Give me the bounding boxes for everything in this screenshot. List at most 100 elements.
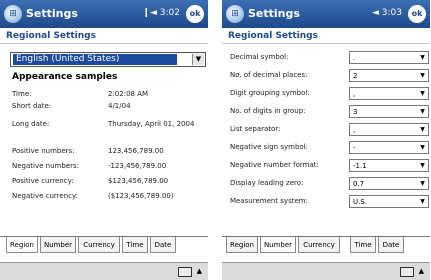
- tab-number[interactable]: Number: [260, 237, 296, 253]
- title-bar: ⊞ Settings ◄ 3:03 ok: [222, 0, 430, 28]
- page-subheader: Regional Settings: [222, 28, 430, 44]
- form-row: Decimal symbol: . ▼: [222, 48, 430, 66]
- tab-strip: Region Number Currency Time Date: [222, 236, 430, 255]
- tab-date[interactable]: Date: [378, 237, 404, 253]
- menu-bar: ▲: [222, 262, 430, 280]
- start-menu-icon[interactable]: ⊞: [4, 5, 22, 23]
- dropdown-value: ,: [353, 126, 356, 134]
- chevron-down-icon[interactable]: ▼: [418, 197, 427, 206]
- number-settings-form: Decimal symbol: . ▼ No. of decimal places…: [222, 48, 430, 210]
- sample-row: Negative currency: ($123,456,789.00): [12, 192, 208, 207]
- field-label: List separator:: [230, 125, 281, 133]
- menu-bar: ▲: [0, 262, 208, 280]
- form-row: No. of decimal places: 2 ▼: [222, 66, 430, 84]
- region-dropdown[interactable]: English (United States) ▼: [10, 52, 206, 67]
- tab-time[interactable]: Time: [350, 237, 376, 253]
- settings-screen-number: ⊞ Settings ◄ 3:03 ok Regional Settings D…: [222, 0, 430, 280]
- list-separator-dropdown[interactable]: , ▼: [349, 123, 429, 136]
- digit-grouping-symbol-dropdown[interactable]: , ▼: [349, 87, 429, 100]
- sample-row: Negative numbers: -123,456,789.00: [12, 162, 208, 177]
- dropdown-value: -: [353, 144, 356, 152]
- sample-label: Positive numbers:: [12, 147, 75, 155]
- dropdown-value: .: [353, 54, 356, 62]
- ok-button[interactable]: ok: [408, 5, 426, 23]
- negative-sign-dropdown[interactable]: - ▼: [349, 141, 429, 154]
- start-menu-icon[interactable]: ⊞: [226, 5, 244, 23]
- field-label: No. of decimal places:: [230, 71, 308, 79]
- status-indicators[interactable]: ❙◄ 3:02: [142, 8, 180, 18]
- form-row: Measurement system: U.S. ▼: [222, 192, 430, 210]
- dropdown-value: 2: [353, 72, 358, 80]
- form-row: Negative number format: -1.1 ▼: [222, 156, 430, 174]
- appearance-samples-list: Time: 2:02:08 AM Short date: 4/1/04 Long…: [12, 90, 208, 207]
- ok-button[interactable]: ok: [186, 5, 204, 23]
- form-row: List separator: , ▼: [222, 120, 430, 138]
- sample-value: Thursday, April 01, 2004: [108, 120, 195, 128]
- digits-in-group-dropdown[interactable]: 3 ▼: [349, 105, 429, 118]
- field-label: No. of digits in group:: [230, 107, 306, 115]
- dropdown-value: -1.1: [353, 162, 367, 170]
- app-title: Settings: [26, 7, 78, 20]
- dropdown-value: U.S.: [353, 198, 368, 206]
- form-row: Negative sign symbol: - ▼: [222, 138, 430, 156]
- sample-value: 123,456,789.00: [108, 147, 164, 155]
- dropdown-value: 0.7: [353, 180, 365, 188]
- form-row: Digit grouping symbol: , ▼: [222, 84, 430, 102]
- appearance-samples-heading: Appearance samples: [12, 72, 118, 82]
- field-label: Decimal symbol:: [230, 53, 289, 61]
- sample-label: Long date:: [12, 120, 50, 128]
- sample-label: Short date:: [12, 102, 52, 110]
- sample-label: Negative numbers:: [12, 162, 79, 170]
- tab-strip: Region Number Currency Time Date: [0, 236, 208, 255]
- app-title: Settings: [248, 7, 300, 20]
- field-label: Negative number format:: [230, 161, 319, 169]
- sample-row: Positive currency: $123,456,789.00: [12, 177, 208, 192]
- negative-number-format-dropdown[interactable]: -1.1 ▼: [349, 159, 429, 172]
- field-label: Negative sign symbol:: [230, 143, 308, 151]
- input-arrow-icon[interactable]: ▲: [419, 267, 424, 275]
- keyboard-icon[interactable]: [178, 267, 192, 277]
- page-subheader: Regional Settings: [0, 28, 208, 44]
- tab-region[interactable]: Region: [6, 237, 38, 253]
- sample-value: ($123,456,789.00): [108, 192, 174, 200]
- keyboard-icon[interactable]: [400, 267, 414, 277]
- region-dropdown-value: English (United States): [13, 54, 177, 65]
- tab-number[interactable]: Number: [40, 237, 76, 253]
- input-arrow-icon[interactable]: ▲: [197, 267, 202, 275]
- sample-row: Time: 2:02:08 AM: [12, 90, 208, 102]
- decimal-places-dropdown[interactable]: 2 ▼: [349, 69, 429, 82]
- dropdown-value: ,: [353, 90, 356, 98]
- sample-value: -123,456,789.00: [108, 162, 167, 170]
- sample-value: $123,456,789.00: [108, 177, 169, 185]
- sample-row: Long date: Thursday, April 01, 2004: [12, 120, 208, 147]
- leading-zero-dropdown[interactable]: 0.7 ▼: [349, 177, 429, 190]
- form-row: No. of digits in group: 3 ▼: [222, 102, 430, 120]
- dropdown-value: 3: [353, 108, 358, 116]
- status-indicators[interactable]: ◄ 3:03: [372, 8, 402, 18]
- tab-currency[interactable]: Currency: [298, 237, 340, 253]
- chevron-down-icon[interactable]: ▼: [418, 107, 427, 116]
- field-label: Display leading zero:: [230, 179, 304, 187]
- sample-label: Positive currency:: [12, 177, 74, 185]
- tab-time[interactable]: Time: [122, 237, 148, 253]
- sample-label: Negative currency:: [12, 192, 78, 200]
- field-label: Measurement system:: [230, 197, 308, 205]
- decimal-symbol-dropdown[interactable]: . ▼: [349, 51, 429, 64]
- chevron-down-icon[interactable]: ▼: [418, 143, 427, 152]
- sample-value: 4/1/04: [108, 102, 131, 110]
- chevron-down-icon[interactable]: ▼: [418, 125, 427, 134]
- chevron-down-icon[interactable]: ▼: [192, 54, 204, 65]
- settings-screen-region: ⊞ Settings ❙◄ 3:02 ok Regional Settings …: [0, 0, 208, 280]
- tab-currency[interactable]: Currency: [78, 237, 120, 253]
- chevron-down-icon[interactable]: ▼: [418, 53, 427, 62]
- chevron-down-icon[interactable]: ▼: [418, 179, 427, 188]
- tab-region[interactable]: Region: [226, 237, 258, 253]
- field-label: Digit grouping symbol:: [230, 89, 310, 97]
- tab-date[interactable]: Date: [150, 237, 176, 253]
- sample-value: 2:02:08 AM: [108, 90, 149, 98]
- chevron-down-icon[interactable]: ▼: [418, 161, 427, 170]
- chevron-down-icon[interactable]: ▼: [418, 89, 427, 98]
- measurement-system-dropdown[interactable]: U.S. ▼: [349, 195, 429, 208]
- chevron-down-icon[interactable]: ▼: [418, 71, 427, 80]
- form-row: Display leading zero: 0.7 ▼: [222, 174, 430, 192]
